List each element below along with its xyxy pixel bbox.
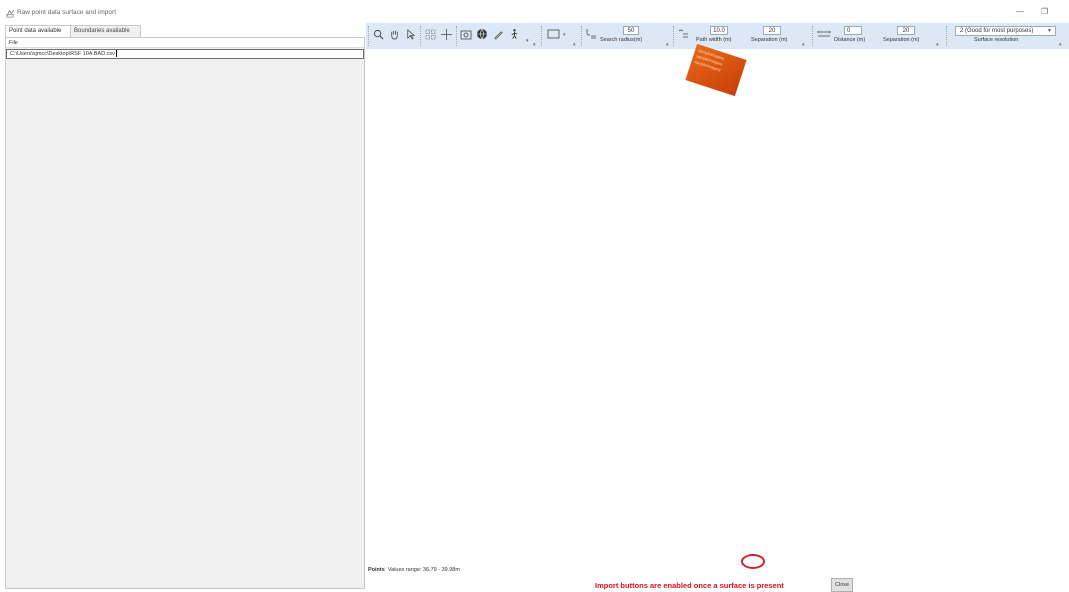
app-icon	[6, 9, 15, 18]
points-summary: Points Values range: 36.79 - 39.98m	[368, 567, 460, 573]
surface-resolution-select[interactable]: 2 (Good for most purposes) ▾	[955, 26, 1056, 36]
file-row[interactable]: C:\Users\sjmcc\Desktop\RSF 10A BAD.csv	[6, 49, 364, 59]
toolbar-separator	[456, 26, 458, 46]
path-separation-input[interactable]: 20	[763, 26, 781, 35]
toolbar-separator	[673, 26, 675, 46]
tool-dropdown-arrow[interactable]: ▾	[526, 38, 529, 44]
path-separation-label: Separation (m)	[751, 37, 788, 43]
text-caret	[115, 50, 117, 58]
pencil-icon[interactable]	[492, 28, 504, 40]
zoom-icon[interactable]	[372, 28, 384, 40]
close-button[interactable]: Close	[831, 578, 854, 592]
surface-resolution-value: 2 (Good for most purposes)	[960, 28, 1034, 34]
toolbar-grip	[368, 26, 370, 46]
contour-separation-input[interactable]: 20	[897, 26, 915, 35]
overflow-arrow-icon[interactable]: ▾	[802, 42, 805, 48]
overflow-arrow-icon[interactable]: ▾	[1059, 42, 1062, 48]
path-icon[interactable]	[677, 28, 689, 40]
shape-dropdown-arrow[interactable]: ▾	[563, 32, 566, 38]
surface-resolution-label: Surface resolution	[974, 37, 1019, 43]
search-radius-icon[interactable]	[585, 28, 597, 40]
select-arrow-icon[interactable]	[404, 28, 416, 40]
import-status-message: Import buttons are enabled once a surfac…	[595, 581, 784, 590]
pan-hand-icon[interactable]	[388, 28, 400, 40]
toolbar: ▾ ▾ ▾ ▾ 50 Search radius(m) ▾ 10.0 Path …	[366, 23, 1069, 49]
tab-point-data[interactable]: Point data available	[5, 25, 75, 37]
minimize-button[interactable]: —	[1016, 7, 1024, 16]
title-bar: Raw point data surface and import — ❐	[0, 0, 1069, 22]
toolbar-separator	[541, 26, 543, 46]
toolbar-separator	[946, 26, 948, 46]
highlight-oval	[741, 554, 765, 569]
data-panel: Point data available Boundaries availabl…	[5, 25, 365, 589]
file-path[interactable]: C:\Users\sjmcc\Desktop\RSF 10A BAD.csv	[10, 51, 115, 57]
path-width-input[interactable]: 10.0	[710, 26, 728, 35]
toolbar-separator	[812, 26, 814, 46]
contour-distance-icon[interactable]	[817, 28, 831, 40]
path-width-label: Path width (m)	[696, 37, 732, 43]
values-range: Values range: 36.79 - 39.98m	[387, 567, 460, 573]
walk-profile-icon[interactable]	[508, 28, 520, 40]
overflow-arrow-icon[interactable]: ▾	[573, 42, 576, 48]
tab-boundaries[interactable]: Boundaries available	[70, 25, 141, 37]
contour-separation-label: Separation (m)	[883, 37, 920, 43]
file-list: File C:\Users\sjmcc\Desktop\RSF 10A BAD.…	[5, 37, 365, 589]
surface-canvas[interactable]: sampleImagery sampleImagery sampleImager…	[366, 43, 1069, 592]
restore-button[interactable]: ❐	[1041, 7, 1048, 16]
toolbar-separator	[581, 26, 583, 46]
file-column-header[interactable]: File	[6, 38, 364, 48]
crosshair-icon[interactable]	[440, 28, 452, 40]
overflow-arrow-icon[interactable]: ▾	[936, 42, 939, 48]
window-title: Raw point data surface and import	[17, 9, 116, 16]
search-radius-label: Search radius(m)	[600, 37, 643, 43]
overflow-arrow-icon[interactable]: ▾	[666, 42, 669, 48]
overflow-arrow-icon[interactable]: ▾	[533, 42, 536, 48]
camera-icon[interactable]	[460, 28, 472, 40]
sample-imagery-watermark: sampleImagery sampleImagery sampleImager…	[685, 43, 747, 97]
contour-distance-label: Distance (m)	[834, 37, 866, 43]
search-radius-input[interactable]: 50	[623, 26, 639, 35]
globe-icon[interactable]	[476, 28, 488, 40]
chevron-down-icon: ▾	[1047, 28, 1051, 34]
contour-distance-input[interactable]: 0	[844, 26, 862, 35]
toolbar-separator	[420, 26, 422, 46]
grid-select-icon[interactable]	[424, 28, 436, 40]
rectangle-shape-icon[interactable]	[546, 28, 560, 40]
points-label: Points	[368, 567, 385, 573]
